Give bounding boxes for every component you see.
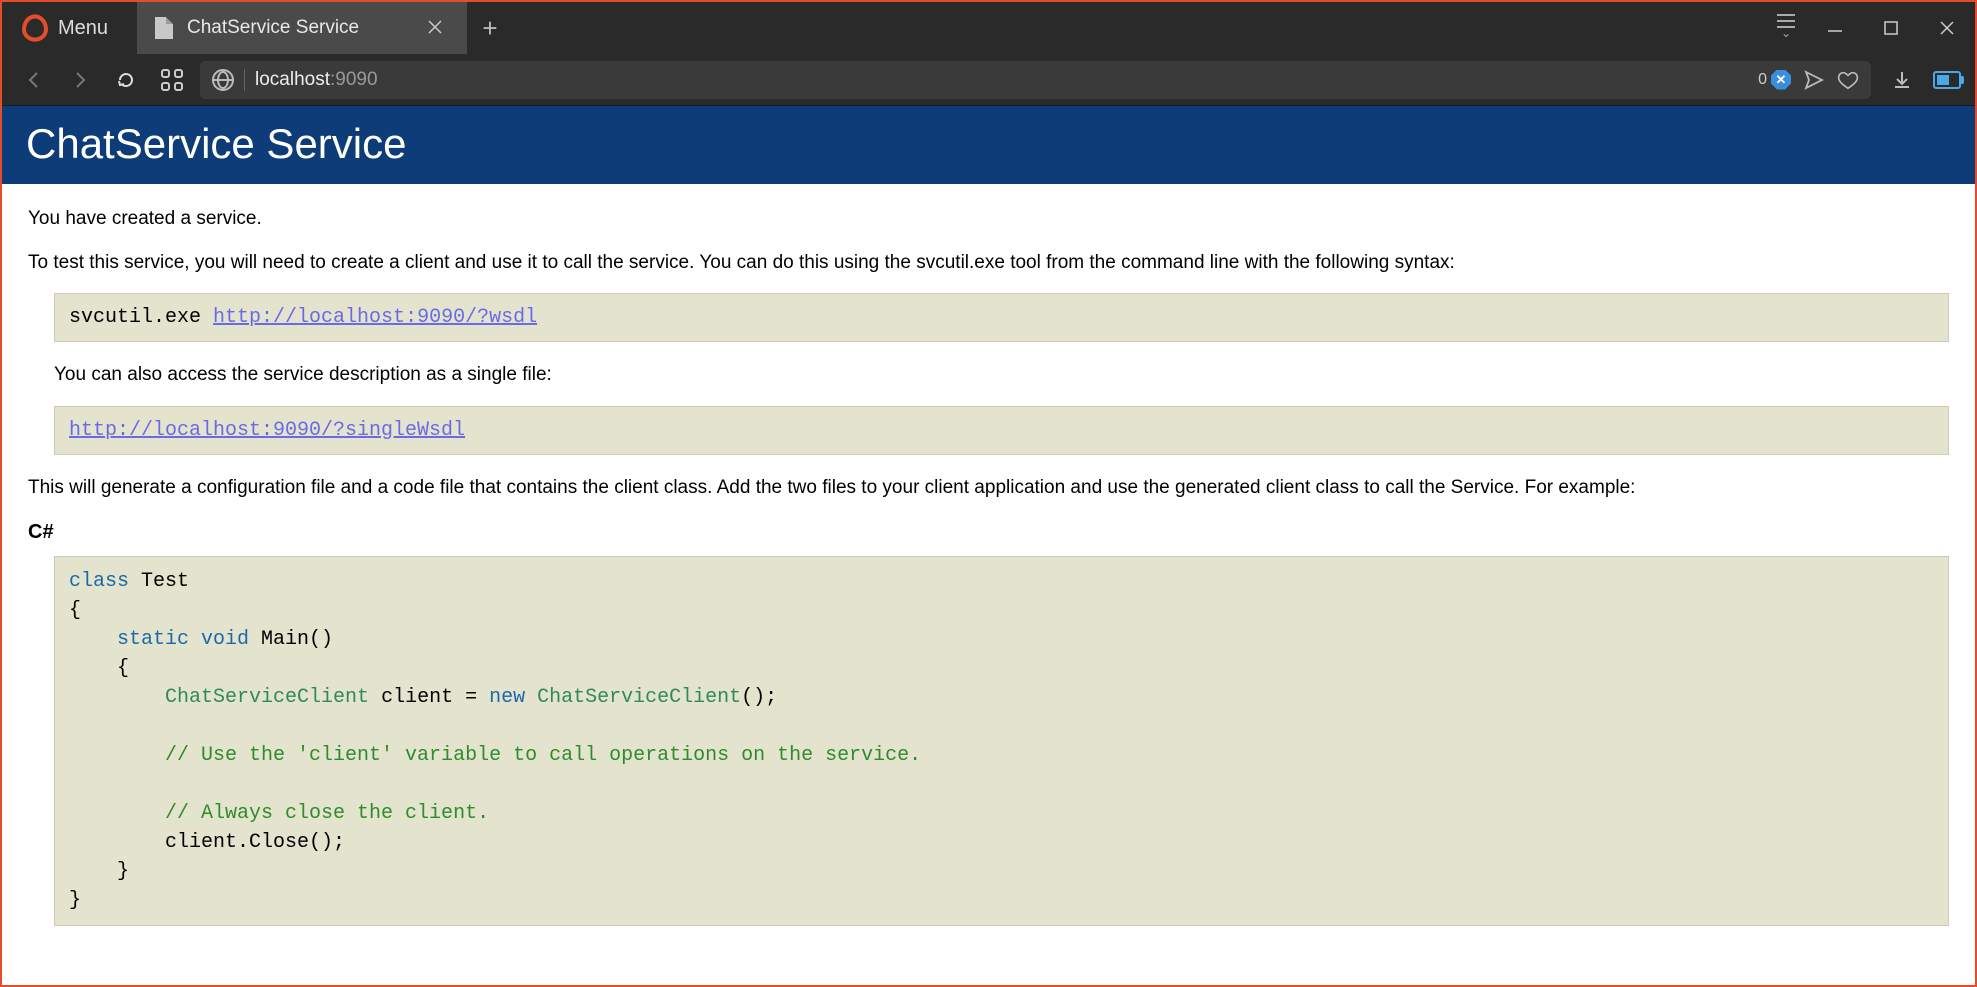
- wsdl-link[interactable]: http://localhost:9090/?wsdl: [213, 306, 537, 329]
- page-viewport[interactable]: ChatService Service You have created a s…: [2, 106, 1975, 985]
- intro-text-2: To test this service, you will need to c…: [28, 250, 1949, 276]
- globe-icon: [212, 69, 234, 91]
- speed-dial-icon: [161, 69, 183, 91]
- single-file-text: You can also access the service descript…: [54, 362, 1949, 388]
- nav-back-button[interactable]: [16, 62, 52, 98]
- browser-tab[interactable]: ChatService Service: [137, 2, 467, 54]
- page-body: You have created a service. To test this…: [2, 184, 1975, 985]
- browser-window: Menu ChatService Service + ⌄: [0, 0, 1977, 987]
- opera-logo-icon: [22, 14, 48, 41]
- opera-menu-button[interactable]: Menu: [2, 2, 137, 54]
- svcutil-cmd-text: svcutil.exe: [69, 306, 213, 329]
- url-port: :9090: [330, 69, 378, 90]
- speed-dial-button[interactable]: [154, 62, 190, 98]
- file-icon: [155, 17, 173, 39]
- new-tab-button[interactable]: +: [467, 2, 513, 54]
- svcutil-command-block: svcutil.exe http://localhost:9090/?wsdl: [54, 293, 1949, 342]
- single-wsdl-link[interactable]: http://localhost:9090/?singleWsdl: [69, 419, 465, 442]
- nav-forward-button[interactable]: [62, 62, 98, 98]
- menu-label: Menu: [58, 17, 108, 40]
- url-host: localhost: [255, 69, 330, 90]
- blocked-count: 0: [1758, 71, 1767, 89]
- send-to-flow-button[interactable]: [1803, 69, 1825, 91]
- tab-title: ChatService Service: [187, 17, 359, 39]
- csharp-code-block: class Test { static void Main() { ChatSe…: [54, 556, 1949, 926]
- window-minimize-button[interactable]: [1807, 2, 1863, 54]
- reload-button[interactable]: [108, 62, 144, 98]
- window-maximize-button[interactable]: [1863, 2, 1919, 54]
- url-text[interactable]: localhost:9090: [255, 69, 1748, 91]
- ad-blocker-indicator[interactable]: 0 ✕: [1758, 70, 1791, 90]
- separator: [244, 69, 245, 91]
- adblock-stop-icon: ✕: [1771, 70, 1791, 90]
- single-wsdl-block: http://localhost:9090/?singleWsdl: [54, 406, 1949, 455]
- titlebar: Menu ChatService Service + ⌄: [2, 2, 1975, 54]
- tab-close-button[interactable]: [423, 15, 447, 41]
- window-close-button[interactable]: [1919, 2, 1975, 54]
- tabs-overflow-button[interactable]: ⌄: [1765, 2, 1807, 54]
- downloads-button[interactable]: [1891, 69, 1913, 91]
- bookmark-heart-button[interactable]: [1837, 69, 1859, 91]
- intro-text-1: You have created a service.: [28, 206, 1949, 232]
- address-bar[interactable]: localhost:9090 0 ✕: [200, 61, 1871, 99]
- explain-text: This will generate a configuration file …: [28, 475, 1949, 501]
- language-label: C#: [28, 519, 1949, 546]
- battery-saver-button[interactable]: [1933, 71, 1961, 89]
- page-title: ChatService Service: [2, 106, 1975, 184]
- toolbar: localhost:9090 0 ✕: [2, 54, 1975, 106]
